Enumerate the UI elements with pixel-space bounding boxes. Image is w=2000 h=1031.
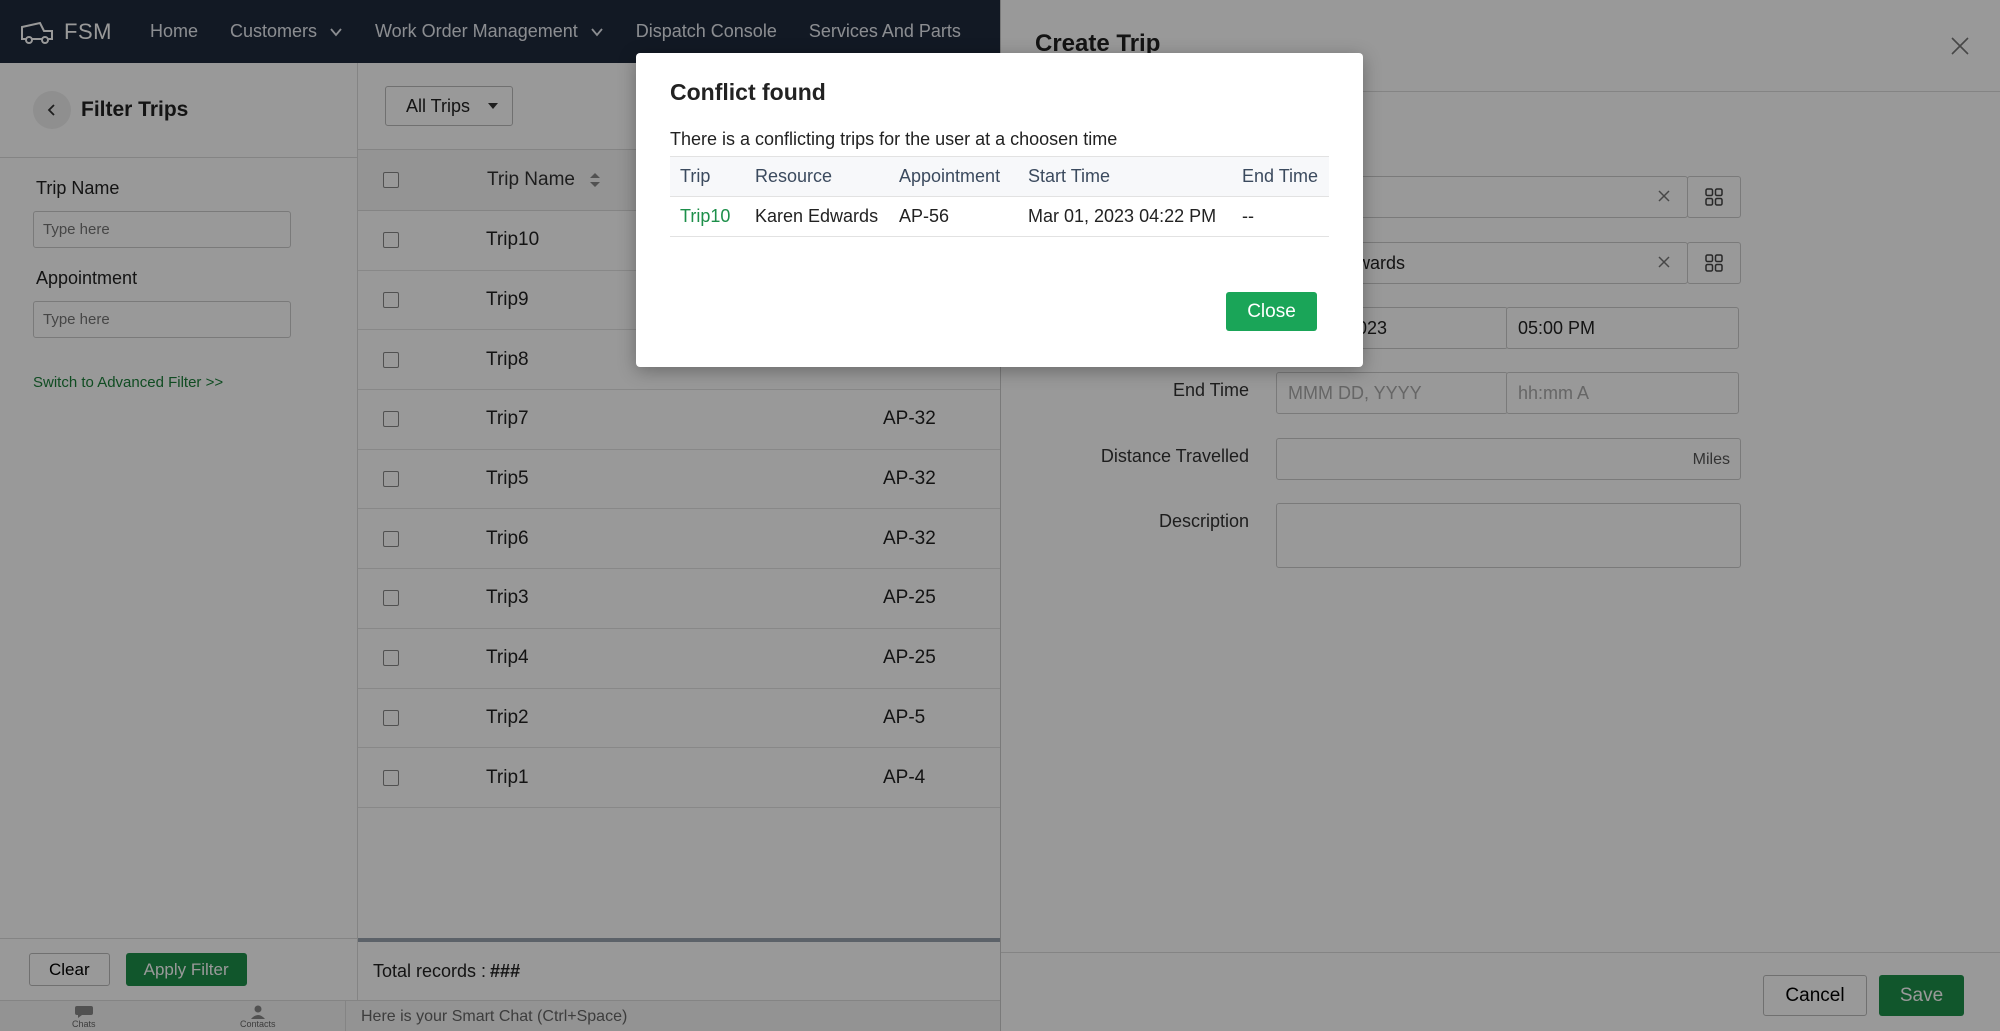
column-appointment: Appointment — [889, 156, 1018, 197]
column-end-time: End Time — [1232, 156, 1329, 197]
conflict-resource: Karen Edwards — [745, 196, 889, 237]
conflict-trip-link[interactable]: Trip10 — [670, 196, 745, 237]
conflict-dialog: Conflict found There is a conflicting tr… — [636, 53, 1363, 367]
conflict-start-time: Mar 01, 2023 04:22 PM — [1018, 196, 1232, 237]
conflict-message: There is a conflicting trips for the use… — [670, 129, 1118, 149]
conflict-appointment: AP-56 — [889, 196, 1018, 237]
conflict-end-time: -- — [1232, 196, 1329, 237]
column-trip: Trip — [670, 156, 745, 197]
column-start-time: Start Time — [1018, 156, 1232, 197]
table-row: Trip10 Karen Edwards AP-56 Mar 01, 2023 … — [670, 196, 1329, 237]
conflict-table: Trip Resource Appointment Start Time End… — [670, 156, 1329, 237]
close-button[interactable]: Close — [1226, 292, 1317, 331]
conflict-table-header: Trip Resource Appointment Start Time End… — [670, 156, 1329, 197]
column-resource: Resource — [745, 156, 889, 197]
conflict-dialog-title: Conflict found — [670, 79, 826, 105]
